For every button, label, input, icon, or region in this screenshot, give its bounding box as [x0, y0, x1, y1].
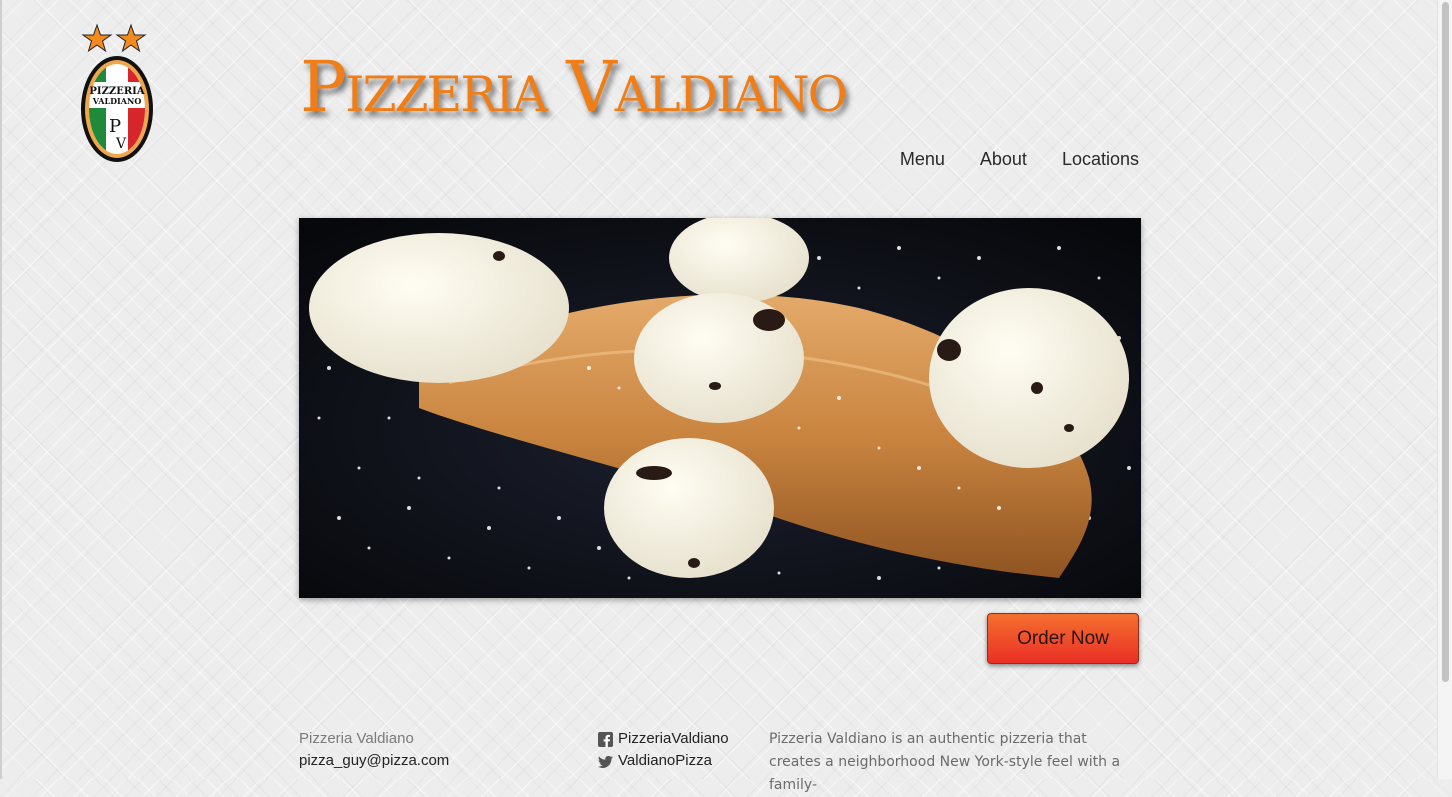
nav-menu[interactable]: Menu [900, 149, 945, 170]
twitter-handle: ValdianoPizza [618, 752, 712, 769]
footer-social: PizzeriaValdiano ValdianoPizza [598, 728, 729, 772]
logo-line2: VALDIANO [92, 96, 142, 106]
facebook-icon [598, 731, 613, 747]
footer-name: Pizzeria Valdiano [299, 730, 414, 747]
site-title[interactable]: Pizzeria Valdiano [300, 52, 848, 122]
main-nav: Menu About Locations [865, 149, 1139, 170]
twitter-link[interactable]: ValdianoPizza [598, 750, 729, 772]
logo-monogram-v: V [115, 136, 127, 152]
star-icon [115, 23, 147, 53]
twitter-icon [598, 755, 613, 768]
order-now-button[interactable]: Order Now [987, 613, 1139, 664]
footer-email-link[interactable]: pizza_guy@pizza.com [299, 750, 449, 772]
star-icon [81, 23, 113, 53]
window-edge [0, 0, 2, 779]
footer-about-text: Pizzeria Valdiano is an authentic pizzer… [769, 731, 1121, 793]
facebook-link[interactable]: PizzeriaValdiano [598, 728, 729, 750]
nav-about[interactable]: About [980, 149, 1027, 170]
facebook-handle: PizzeriaValdiano [618, 730, 729, 747]
logo-monogram-p: P [109, 116, 121, 137]
site-logo[interactable]: PIZZERIA VALDIANO P V [78, 22, 156, 166]
scrollbar-thumb[interactable] [1442, 2, 1449, 682]
scrollbar[interactable] [1437, 0, 1452, 779]
footer-contact: Pizzeria Valdiano pizza_guy@pizza.com [299, 728, 449, 772]
hero-image [299, 218, 1141, 598]
nav-locations[interactable]: Locations [1062, 149, 1139, 170]
